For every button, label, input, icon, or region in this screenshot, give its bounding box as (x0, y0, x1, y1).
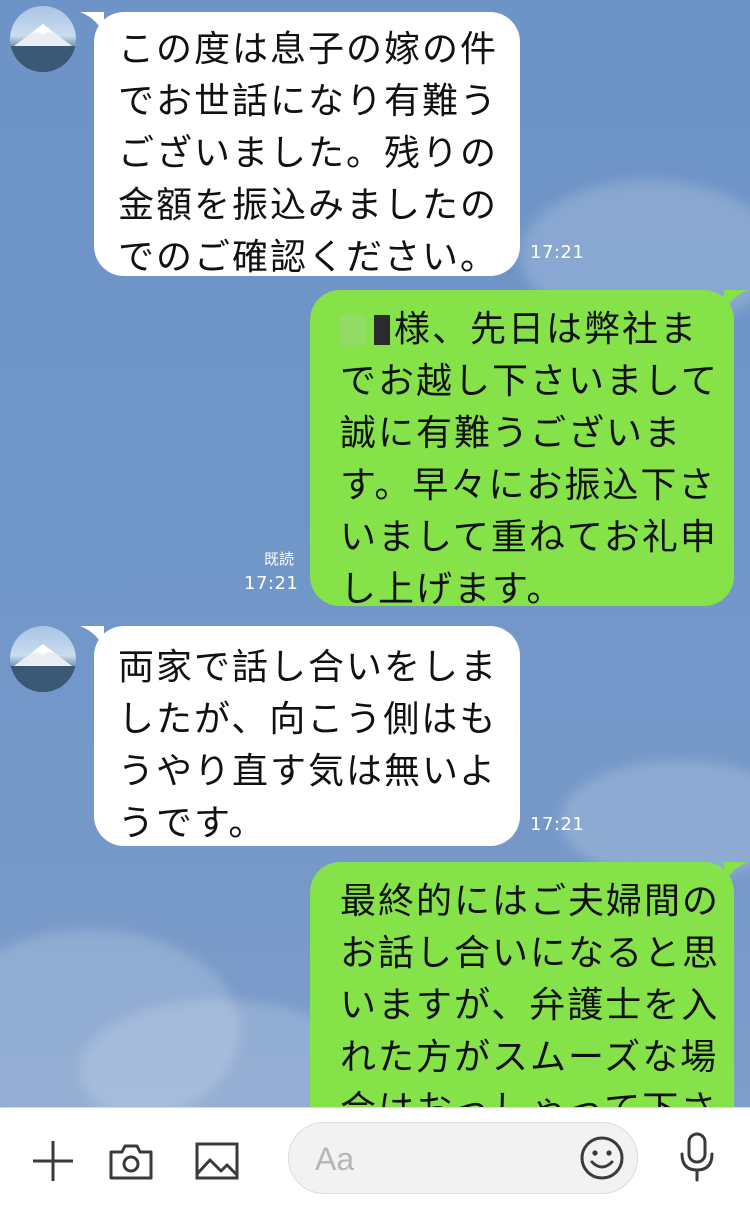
message-text: 合はおっしゃって下さ (340, 1084, 734, 1107)
redacted-name (340, 315, 366, 345)
message-text: れた方がスムーズな場 (340, 1037, 719, 1078)
message-text: でのご確認ください。 (118, 237, 499, 278)
message-text: いまして重ねてお礼申 (340, 517, 718, 558)
message-bubble-incoming[interactable]: この度は息子の嫁の件 でお世話になり有難う ございました。残りの 金額を振込みま… (80, 12, 520, 278)
redacted-name (374, 315, 390, 345)
message-text: この度は息子の嫁の件 (118, 29, 499, 70)
message-timestamp: 17:21 (244, 573, 299, 594)
message-text: いますが、弁護士を入 (340, 985, 720, 1026)
emoji-icon[interactable] (579, 1135, 625, 1181)
message-text: ございました。残りの (118, 133, 499, 174)
message-text: し上げます。 (340, 569, 565, 610)
message-input[interactable]: Aa (288, 1122, 638, 1194)
message-text: 様、先日は弊社ま (394, 309, 699, 350)
message-bubble-outgoing[interactable]: 最終的にはご夫婦間の お話し合いになると思 いますが、弁護士を入 れた方がスムー… (310, 862, 748, 1107)
message-text: 誠に有難うございま (340, 413, 683, 454)
message-text: うやり直す気は無いよ (118, 751, 498, 792)
message-timestamp: 17:21 (530, 242, 585, 263)
camera-icon[interactable] (108, 1138, 154, 1184)
message-text: うです。 (118, 803, 267, 844)
message-timestamp: 17:21 (530, 814, 585, 835)
bubble-tail (724, 290, 748, 312)
sender-avatar[interactable] (10, 6, 76, 72)
message-input-placeholder: Aa (315, 1141, 355, 1177)
read-receipt: 既読 (264, 550, 295, 568)
message-text: 最終的にはご夫婦間の (340, 881, 721, 922)
message-bubble-incoming[interactable]: 両家で話し合いをしま したが、向こう側はも うやり直す気は無いよ うです。 (80, 626, 520, 846)
message-composer: Aa (0, 1107, 750, 1208)
message-text: 金額を振込みましたの (118, 185, 499, 226)
chat-area: この度は息子の嫁の件 でお世話になり有難う ございました。残りの 金額を振込みま… (0, 0, 750, 1107)
message-text: 両家で話し合いをしま (118, 647, 499, 688)
image-icon[interactable] (194, 1138, 240, 1184)
message-bubble-outgoing[interactable]: 様、先日は弊社ま でお越し下さいまして 誠に有難うございま す。早々にお振込下さ… (310, 290, 748, 610)
microphone-icon[interactable] (674, 1132, 720, 1182)
bubble-tail (80, 12, 104, 34)
message-text: したが、向こう側はも (118, 699, 498, 740)
bubble-tail (80, 626, 104, 648)
message-text: 様、先日は弊社ま (340, 304, 734, 356)
plus-icon[interactable] (30, 1138, 76, 1184)
sender-avatar[interactable] (10, 626, 76, 692)
message-text: でお世話になり有難う (118, 81, 499, 122)
message-text: でお越し下さいまして (340, 361, 719, 402)
message-text: す。早々にお振込下さ (340, 465, 717, 506)
message-text: お話し合いになると思 (340, 933, 721, 974)
bubble-tail (724, 862, 748, 884)
